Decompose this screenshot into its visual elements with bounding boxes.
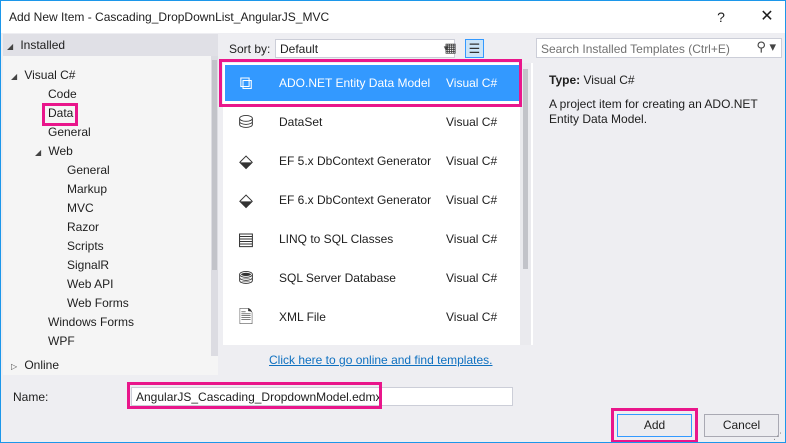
tree-item-signalr[interactable]: SignalR <box>67 256 109 274</box>
tree-item-label: Online <box>24 358 60 372</box>
template-item-ef5-dbcontext-generator[interactable]: ⬙ EF 5.x DbContext Generator Visual C# <box>225 143 519 179</box>
close-button[interactable]: ✕ <box>753 5 781 29</box>
sort-value: Default <box>280 42 319 56</box>
tree-item-label: Web <box>48 144 73 158</box>
tree-item-online[interactable]: ▷ Online <box>11 356 59 374</box>
title-bar: Add New Item - Cascading_DropDownList_An… <box>1 1 785 33</box>
cancel-button[interactable]: Cancel <box>704 414 779 437</box>
tree-header-installed[interactable]: ◢ Installed <box>3 34 218 56</box>
medium-icons-view-icon[interactable]: ▦ <box>441 39 460 58</box>
tree-item-windows-forms[interactable]: Windows Forms <box>48 313 134 331</box>
database-icon: ⛃ <box>238 268 254 288</box>
tree-scrollbar-thumb[interactable] <box>212 60 217 270</box>
template-language: Visual C# <box>446 193 498 207</box>
template-language: Visual C# <box>446 271 498 285</box>
tree-scrollbar[interactable] <box>211 56 218 356</box>
template-name: LINQ to SQL Classes <box>279 232 394 246</box>
template-language: Visual C# <box>446 232 498 246</box>
name-highlight-box <box>127 382 382 409</box>
sort-label: Sort by: <box>229 42 271 56</box>
tree-item-code[interactable]: Code <box>48 85 77 103</box>
tree-item-web-general[interactable]: General <box>67 161 110 179</box>
template-item-xml-file[interactable]: 🗎 XML File Visual C# <box>225 299 519 335</box>
selected-template-highlight-box <box>219 59 522 107</box>
window-title: Add New Item - Cascading_DropDownList_An… <box>9 10 330 24</box>
template-language: Visual C# <box>446 115 498 129</box>
template-language: Visual C# <box>446 154 498 168</box>
data-highlight-box <box>42 103 78 126</box>
list-view-icon[interactable]: ☰ <box>465 39 484 58</box>
template-name: EF 5.x DbContext Generator <box>279 154 432 168</box>
resize-grip-icon[interactable]: ⋰ <box>773 431 782 442</box>
template-category-tree: ◢ Installed ◢ Visual C# Code Data Genera… <box>3 34 218 375</box>
tree-item-web-api[interactable]: Web API <box>67 275 113 293</box>
tree-item-visual-csharp[interactable]: ◢ Visual C# <box>11 66 75 84</box>
template-language: Visual C# <box>446 310 498 324</box>
template-item-linq-to-sql-classes[interactable]: ▤ LINQ to SQL Classes Visual C# <box>225 221 519 257</box>
search-templates-input[interactable]: Search Installed Templates (Ctrl+E) ⚲ ▾ <box>536 38 782 58</box>
tree-item-mvc[interactable]: MVC <box>67 199 94 217</box>
template-type-info: Type: Visual C# <box>549 73 635 87</box>
sort-toolbar: Sort by: Default ▼ ▦ ☰ <box>223 38 533 60</box>
ef-generator-icon: ⬙ <box>239 151 253 171</box>
tree-item-markup[interactable]: Markup <box>67 180 107 198</box>
add-button-highlight-box <box>611 408 698 442</box>
template-list-scrollbar-thumb[interactable] <box>523 69 528 269</box>
search-icon[interactable]: ⚲ ▾ <box>756 39 776 55</box>
ef-generator-icon: ⬙ <box>239 190 253 210</box>
linq-icon: ▤ <box>237 229 255 249</box>
type-label: Type: <box>549 73 581 87</box>
tree-item-wpf[interactable]: WPF <box>48 332 75 350</box>
tree-item-web[interactable]: ◢ Web <box>35 142 73 160</box>
template-item-dataset[interactable]: ⛁ DataSet Visual C# <box>225 104 519 140</box>
type-value: Visual C# <box>583 73 635 87</box>
template-name: XML File <box>279 310 326 324</box>
tree-item-razor[interactable]: Razor <box>67 218 99 236</box>
collapsed-arrow-icon: ▷ <box>11 362 18 371</box>
tree-header-label: Installed <box>20 38 66 52</box>
tree-item-label: Visual C# <box>24 68 76 82</box>
add-new-item-dialog: Add New Item - Cascading_DropDownList_An… <box>0 0 786 443</box>
template-item-ef6-dbcontext-generator[interactable]: ⬙ EF 6.x DbContext Generator Visual C# <box>225 182 519 218</box>
tree-item-scripts[interactable]: Scripts <box>67 237 104 255</box>
expanded-arrow-icon: ◢ <box>35 148 42 157</box>
help-button[interactable]: ? <box>707 5 735 29</box>
expanded-arrow-icon: ◢ <box>11 72 18 81</box>
template-item-sql-server-database[interactable]: ⛃ SQL Server Database Visual C# <box>225 260 519 296</box>
template-name: DataSet <box>279 115 323 129</box>
template-name: SQL Server Database <box>279 271 396 285</box>
tree-item-web-forms[interactable]: Web Forms <box>67 294 129 312</box>
name-label: Name: <box>13 390 49 404</box>
find-templates-online-link[interactable]: Click here to go online and find templat… <box>269 353 492 367</box>
template-description: A project item for creating an ADO.NET E… <box>549 97 758 126</box>
dataset-icon: ⛁ <box>238 112 254 132</box>
template-name: EF 6.x DbContext Generator <box>279 193 432 207</box>
search-placeholder: Search Installed Templates (Ctrl+E) <box>541 42 730 56</box>
expanded-arrow-icon: ◢ <box>7 42 14 51</box>
sort-dropdown[interactable]: Default ▼ <box>275 39 455 58</box>
xml-file-icon: 🗎 <box>238 307 254 327</box>
